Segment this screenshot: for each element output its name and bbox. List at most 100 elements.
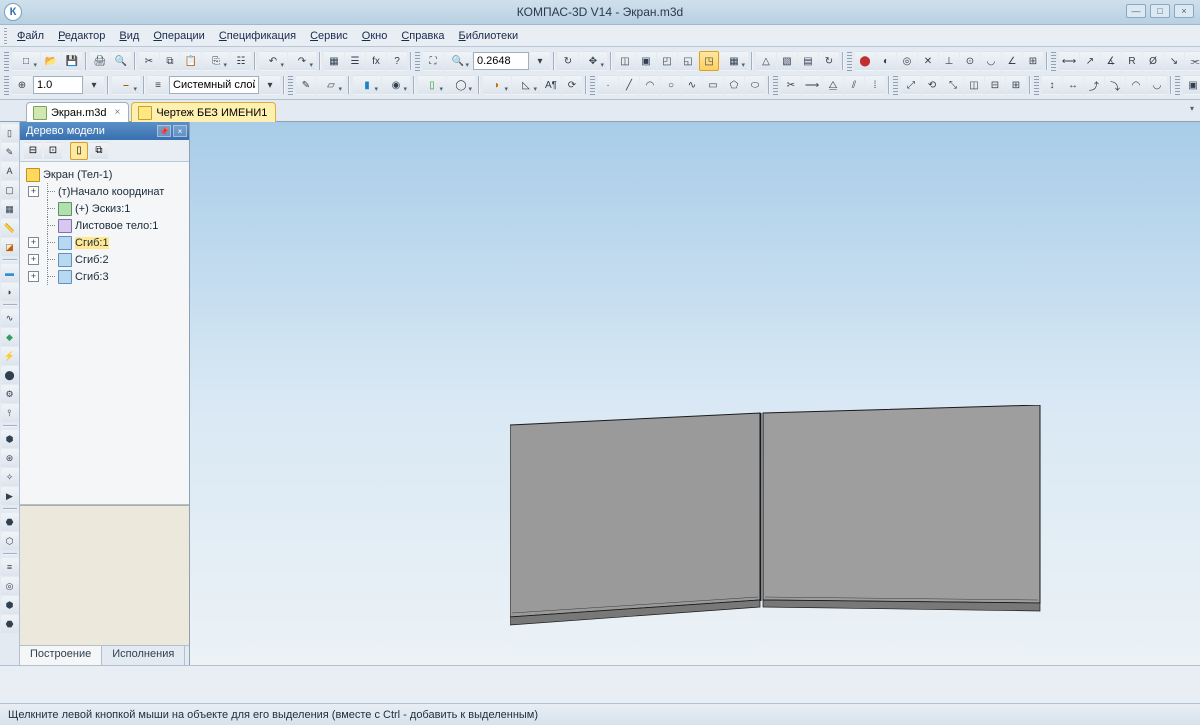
view2-a-icon[interactable]: ▣	[1183, 75, 1200, 95]
tabbar-overflow-icon[interactable]: ▾	[1190, 104, 1194, 113]
zoom-button[interactable]: 🔍	[444, 51, 472, 71]
tree-mode1-icon[interactable]: ⊡	[44, 142, 62, 160]
snap-center-icon[interactable]: ◎	[897, 51, 917, 71]
assem-tool-icon[interactable]: ⬢	[1, 430, 19, 448]
snap-near-icon[interactable]: ◡	[981, 51, 1001, 71]
toolbar-handle[interactable]	[1034, 75, 1039, 95]
text-button[interactable]: A¶	[541, 75, 561, 95]
tab-drawing[interactable]: Чертеж БЕЗ ИМЕНИ1	[131, 102, 276, 122]
break-icon[interactable]: ⊟	[985, 75, 1005, 95]
dim2-e-icon[interactable]: ◠	[1126, 75, 1146, 95]
layer-icon[interactable]: ≡	[148, 75, 168, 95]
properties-button[interactable]: ☷	[231, 51, 251, 71]
bolt-tool-icon[interactable]: ⬢	[1, 596, 19, 614]
variables-button[interactable]: fx	[366, 51, 386, 71]
text-tool-icon[interactable]: A	[1, 162, 19, 180]
tree-item-sheetbody[interactable]: Листовое тело:1	[22, 217, 187, 234]
dim2-a-icon[interactable]: ↕	[1042, 75, 1062, 95]
redo-button[interactable]: ↷	[288, 51, 316, 71]
paste-button[interactable]: 📋	[181, 51, 201, 71]
menu-operations[interactable]: Операции	[147, 28, 210, 44]
grid-tool-icon[interactable]: ▦	[1, 200, 19, 218]
nut-tool-icon[interactable]: ⬣	[1, 615, 19, 633]
view-front-button[interactable]: ▣	[636, 51, 656, 71]
menu-service[interactable]: Сервис	[304, 28, 354, 44]
pattern-icon[interactable]: ⁞	[865, 75, 885, 95]
snap-mid-icon[interactable]: ◐	[876, 51, 896, 71]
join-icon[interactable]: ⊞	[1006, 75, 1026, 95]
tree-item-bend1[interactable]: + Сгиб:1	[22, 234, 187, 251]
view-hidden-button[interactable]: ◱	[678, 51, 698, 71]
revolve-button[interactable]: ◉	[382, 75, 410, 95]
simplify-button[interactable]: ▤	[798, 51, 818, 71]
tree-mode2-icon[interactable]: ▯	[70, 142, 88, 160]
dim-radius-icon[interactable]: R	[1122, 51, 1142, 71]
toolbar-handle[interactable]	[4, 51, 9, 71]
part-tool-icon[interactable]: ◪	[1, 238, 19, 256]
move-icon[interactable]: ⤢	[901, 75, 921, 95]
tree-root[interactable]: Экран (Тел-1)	[22, 166, 187, 183]
dim-diameter-icon[interactable]: Ø	[1143, 51, 1163, 71]
menu-help[interactable]: Справка	[395, 28, 450, 44]
dim-align-icon[interactable]: ↗	[1080, 51, 1100, 71]
menu-file[interactable]: Файл	[11, 28, 50, 44]
manager-button[interactable]: ☰	[345, 51, 365, 71]
select-tool-icon[interactable]: ▯	[1, 124, 19, 142]
open-button[interactable]: 📂	[41, 51, 61, 71]
undo-button[interactable]: ↶	[259, 51, 287, 71]
expand-icon[interactable]: +	[28, 237, 39, 248]
menu-libraries[interactable]: Библиотеки	[453, 28, 525, 44]
fea-tool-icon[interactable]: ⬡	[1, 532, 19, 550]
curve-tool-icon[interactable]: ∿	[1, 309, 19, 327]
spring-tool-icon[interactable]: ⫯	[1, 404, 19, 422]
point-icon[interactable]: ·	[598, 75, 618, 95]
tree-mode3-icon[interactable]: ⧉	[90, 142, 108, 160]
expand-icon[interactable]: +	[28, 254, 39, 265]
panel-close-icon[interactable]: ×	[173, 125, 187, 137]
view-shaded-button[interactable]: ◳	[699, 51, 719, 71]
tree-item-origin[interactable]: + (т)Начало координат	[22, 183, 187, 200]
menu-specification[interactable]: Спецификация	[213, 28, 302, 44]
ellipse-icon[interactable]: ⬭	[745, 75, 765, 95]
mate-tool-icon[interactable]: ⊛	[1, 449, 19, 467]
pan-button[interactable]: ✥	[579, 51, 607, 71]
extrude-button[interactable]: ▮	[353, 75, 381, 95]
tree-item-bend3[interactable]: + Сгиб:3	[22, 268, 187, 285]
dim2-d-icon[interactable]: ⤵	[1105, 75, 1125, 95]
new-button[interactable]: □	[12, 51, 40, 71]
trim-icon[interactable]: ✂	[781, 75, 801, 95]
linewidth-dd-button[interactable]: ▾	[84, 75, 104, 95]
sheet-tool-icon[interactable]: ▬	[1, 264, 19, 282]
snap-angle-icon[interactable]: ∠	[1002, 51, 1022, 71]
rebuild-button[interactable]: ⟳	[562, 75, 582, 95]
snap-tangent-icon[interactable]: ⊙	[960, 51, 980, 71]
hole-tool-icon[interactable]: ⬤	[1, 366, 19, 384]
toolbar-handle[interactable]	[4, 75, 9, 95]
view-iso-button[interactable]: ◫	[615, 51, 635, 71]
line-icon[interactable]: ╱	[619, 75, 639, 95]
help-button[interactable]: ?	[387, 51, 407, 71]
offset-icon[interactable]: ⫽	[844, 75, 864, 95]
cut-extrude-button[interactable]: ▯	[418, 75, 446, 95]
toolbar-handle[interactable]	[773, 75, 778, 95]
array-icon[interactable]: ◫	[964, 75, 984, 95]
print-button[interactable]: 🖨	[90, 51, 110, 71]
copy-button[interactable]: ⧉	[160, 51, 180, 71]
layer-dd-button[interactable]: ▾	[260, 75, 280, 95]
lib-tool-icon[interactable]: ≡	[1, 558, 19, 576]
chamfer-button[interactable]: ◺	[512, 75, 540, 95]
view-more-button[interactable]: ▦	[720, 51, 748, 71]
expand-icon[interactable]: +	[28, 271, 39, 282]
view-wire-button[interactable]: ◰	[657, 51, 677, 71]
minimize-button[interactable]: —	[1126, 4, 1146, 18]
scale-dd-button[interactable]: ▾	[530, 51, 550, 71]
copy-props-button[interactable]: ⎘	[202, 51, 230, 71]
motion-tool-icon[interactable]: ▶	[1, 487, 19, 505]
toolbar-handle[interactable]	[590, 75, 595, 95]
spline-icon[interactable]: ∿	[682, 75, 702, 95]
close-button[interactable]: ×	[1174, 4, 1194, 18]
snap-perp-icon[interactable]: ⊥	[939, 51, 959, 71]
hole-button[interactable]: ◯	[447, 75, 475, 95]
model-3d[interactable]	[510, 405, 1050, 635]
dim-angle-icon[interactable]: ∡	[1101, 51, 1121, 71]
